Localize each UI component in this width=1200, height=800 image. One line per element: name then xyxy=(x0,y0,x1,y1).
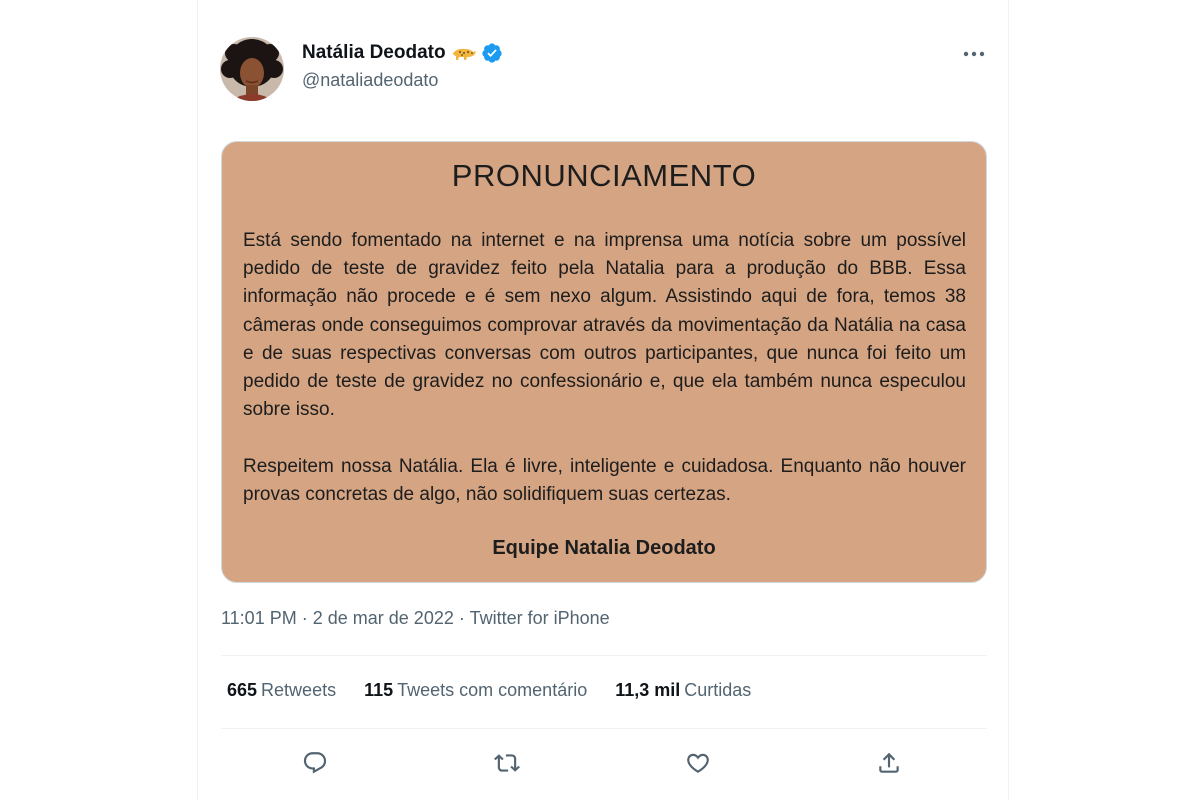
retweets-stat[interactable]: 665 Retweets xyxy=(227,680,336,701)
engagement-stats: 665 Retweets 115 Tweets com comentário 11,… xyxy=(227,680,779,701)
verified-badge-icon xyxy=(481,42,503,64)
retweets-count: 665 xyxy=(227,680,258,700)
tweet-time-link[interactable]: 11:01 PM · 2 de mar de 2022 xyxy=(221,608,454,628)
statement-paragraph-1: Está sendo fomentado na internet e na im… xyxy=(243,230,966,421)
quote-tweets-stat[interactable]: 115 Tweets com comentário xyxy=(364,680,587,701)
divider xyxy=(221,655,987,656)
like-button[interactable] xyxy=(678,743,718,783)
statement-paragraph-2: Respeitem nossa Natália. Ela é livre, in… xyxy=(243,455,966,505)
statement-title: PRONUNCIAMENTO xyxy=(451,158,757,193)
tweet-metadata: 11:01 PM · 2 de mar de 2022 · Twitter fo… xyxy=(221,608,610,629)
retweet-icon xyxy=(494,754,520,772)
likes-label: Curtidas xyxy=(684,680,752,700)
author-handle[interactable]: @nataliadeodato xyxy=(302,70,438,91)
reply-icon xyxy=(303,752,327,774)
author-display-name[interactable]: Natália Deodato xyxy=(302,42,446,64)
likes-stat[interactable]: 11,3 mil Curtidas xyxy=(615,680,751,701)
more-options-button[interactable] xyxy=(956,42,992,66)
author-name-row[interactable]: Natália Deodato xyxy=(302,40,503,66)
meta-separator-2: · xyxy=(458,608,465,628)
statement-body: Está sendo fomentado na internet e na im… xyxy=(243,227,966,509)
divider xyxy=(221,728,987,729)
avatar[interactable] xyxy=(220,37,284,101)
retweet-button[interactable] xyxy=(487,743,527,783)
tweet-source-link[interactable]: Twitter for iPhone xyxy=(470,608,610,628)
more-icon xyxy=(963,51,985,57)
reply-button[interactable] xyxy=(295,743,335,783)
meta-separator-1: · xyxy=(301,608,308,628)
like-icon xyxy=(687,753,709,773)
tweet-time: 11:01 PM xyxy=(221,608,297,628)
leopard-emoji-icon xyxy=(451,45,477,61)
quotes-label: Tweets com comentário xyxy=(397,680,588,700)
quotes-count: 115 xyxy=(364,680,394,700)
share-button[interactable] xyxy=(869,743,909,783)
statement-image[interactable]: PRONUNCIAMENTO Está sendo fomentado na i… xyxy=(221,141,987,583)
tweet-actions xyxy=(221,743,987,783)
likes-count: 11,3 mil xyxy=(615,680,681,700)
tweet-date: 2 de mar de 2022 xyxy=(312,608,454,628)
tweet-card: Natália Deodato @nataliadeodato PRONUNCI… xyxy=(197,0,1009,800)
retweets-label: Retweets xyxy=(261,680,337,700)
statement-signature: Equipe Natalia Deodato xyxy=(492,537,716,559)
share-icon xyxy=(879,752,899,773)
